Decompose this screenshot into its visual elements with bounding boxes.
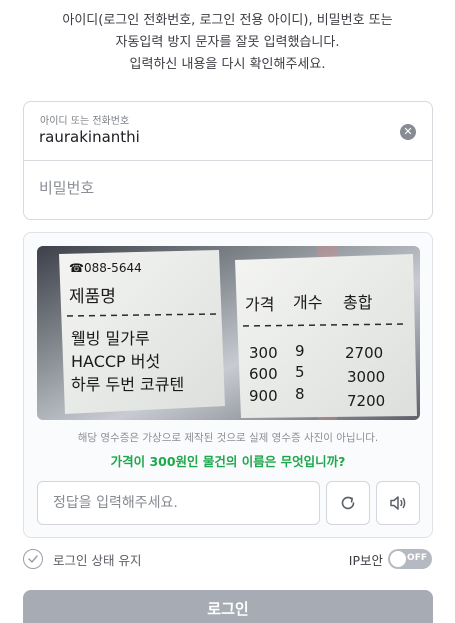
audio-captcha-button[interactable] [376, 481, 420, 525]
receipt-col-total: 총합 [343, 293, 373, 312]
receipt-item-1: 웰빙 밀가루 [71, 329, 150, 348]
receipt-product-header: 제품명 [69, 287, 116, 307]
password-field-row [24, 161, 432, 219]
receipt-row-1-total: 2700 [345, 344, 383, 362]
id-field-row: 아이디 또는 전화번호 ✕ [24, 102, 432, 161]
receipt-row-1-price: 300 [249, 344, 278, 362]
error-notice: 아이디(로그인 전화번호, 로그인 전용 아이디), 비밀번호 또는 자동입력 … [0, 10, 455, 76]
notice-line-2: 자동입력 방지 문자를 잘못 입력했습니다. [115, 35, 340, 50]
id-input[interactable] [39, 128, 379, 146]
captcha-question: 가격이 300원인 물건의 이름은 무엇입니까? [110, 454, 346, 469]
password-input[interactable] [39, 179, 409, 197]
captcha-receipt-image: ☎088-5644 제품명 웰빙 밀가루 HACCP 버섯 하루 두번 코큐텐 … [37, 246, 420, 420]
receipt-row-2-count: 5 [295, 363, 305, 381]
check-icon [23, 549, 43, 569]
captcha-answer-input[interactable] [37, 481, 320, 525]
receipt-row-2-price: 600 [249, 365, 278, 383]
refresh-captcha-button[interactable] [326, 481, 370, 525]
keep-login-label: 로그인 상태 유지 [53, 552, 142, 568]
login-form: 아이디 또는 전화번호 ✕ [23, 101, 433, 220]
captcha-panel: ☎088-5644 제품명 웰빙 밀가루 HACCP 버섯 하루 두번 코큐텐 … [23, 232, 433, 538]
receipt-item-3: 하루 두번 코큐텐 [71, 375, 184, 394]
receipt-col-price: 가격 [245, 295, 274, 314]
receipt-row-3-count: 8 [295, 385, 305, 403]
refresh-icon [341, 496, 355, 510]
id-field-label: 아이디 또는 전화번호 [40, 116, 130, 127]
toggle-state-text: OFF [407, 553, 427, 563]
captcha-disclaimer: 해당 영수증은 가상으로 제작된 것으로 실제 영수증 사진이 아닙니다. [77, 432, 379, 444]
receipt-item-2: HACCP 버섯 [71, 352, 160, 371]
receipt-row-3-price: 900 [249, 387, 278, 405]
receipt-row-1-count: 9 [295, 342, 305, 360]
receipt-phone: ☎088-5644 [69, 261, 142, 275]
receipt-row-2-total: 3000 [347, 368, 385, 386]
notice-line-1: 아이디(로그인 전화번호, 로그인 전용 아이디), 비밀번호 또는 [62, 13, 393, 28]
receipt-col-count: 개수 [293, 293, 322, 312]
notice-line-3: 입력하신 내용을 다시 확인해주세요. [129, 57, 326, 72]
ip-security-row: IP보안 OFF [349, 549, 432, 569]
speaker-icon [390, 496, 406, 510]
login-button[interactable]: 로그인 [23, 590, 433, 623]
toggle-knob [390, 551, 406, 567]
clear-icon[interactable]: ✕ [400, 124, 416, 140]
receipt-row-3-total: 7200 [347, 392, 385, 410]
keep-login-toggle[interactable]: 로그인 상태 유지 [23, 549, 141, 569]
ip-security-toggle[interactable]: OFF [388, 549, 432, 569]
ip-security-label: IP보안 [348, 552, 383, 568]
